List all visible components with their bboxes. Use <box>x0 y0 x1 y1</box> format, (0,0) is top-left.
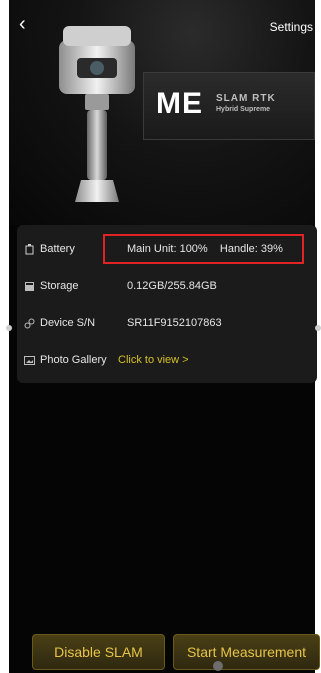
edge-dot-right <box>315 325 321 331</box>
home-indicator-dot <box>213 661 223 671</box>
storage-row: Storage 0.12GB/255.84GB <box>17 272 317 300</box>
storage-label: Storage <box>40 280 79 292</box>
storage-value: 0.12GB/255.84GB <box>127 280 217 292</box>
edge-dot-left <box>6 325 12 331</box>
device-sn-row: Device S/N SR11F9152107863 <box>17 309 317 337</box>
battery-label: Battery <box>40 243 75 255</box>
photo-gallery-label: Photo Gallery <box>40 354 107 366</box>
brand-model-line: SLAM RTK <box>216 93 276 104</box>
brand-logo-text: ME <box>156 87 203 120</box>
battery-icon <box>24 243 35 255</box>
photo-gallery-link[interactable]: Click to view > <box>118 354 189 366</box>
device-sn-value: SR11F9152107863 <box>127 317 222 329</box>
disable-slam-button[interactable]: Disable SLAM <box>32 634 165 670</box>
image-icon <box>24 355 35 366</box>
photo-gallery-row[interactable]: Photo Gallery Click to view > <box>17 346 317 374</box>
scanner-device-image <box>59 26 135 202</box>
left-edge <box>0 0 9 673</box>
link-icon <box>24 318 35 329</box>
start-measurement-button[interactable]: Start Measurement <box>173 634 320 670</box>
back-button[interactable]: ‹ <box>19 14 37 34</box>
brand-logo-panel: ME SLAM RTK Hybrid Supreme <box>143 72 315 140</box>
storage-icon <box>24 281 35 292</box>
brand-edition-line: Hybrid Supreme <box>216 106 271 113</box>
device-hero: ‹ Settings ME SLAM RTK Hybrid Supreme <box>9 0 315 225</box>
settings-link[interactable]: Settings <box>270 20 313 34</box>
device-sn-label: Device S/N <box>40 317 96 329</box>
battery-highlight-box <box>103 234 304 264</box>
chevron-left-icon: ‹ <box>19 13 26 35</box>
